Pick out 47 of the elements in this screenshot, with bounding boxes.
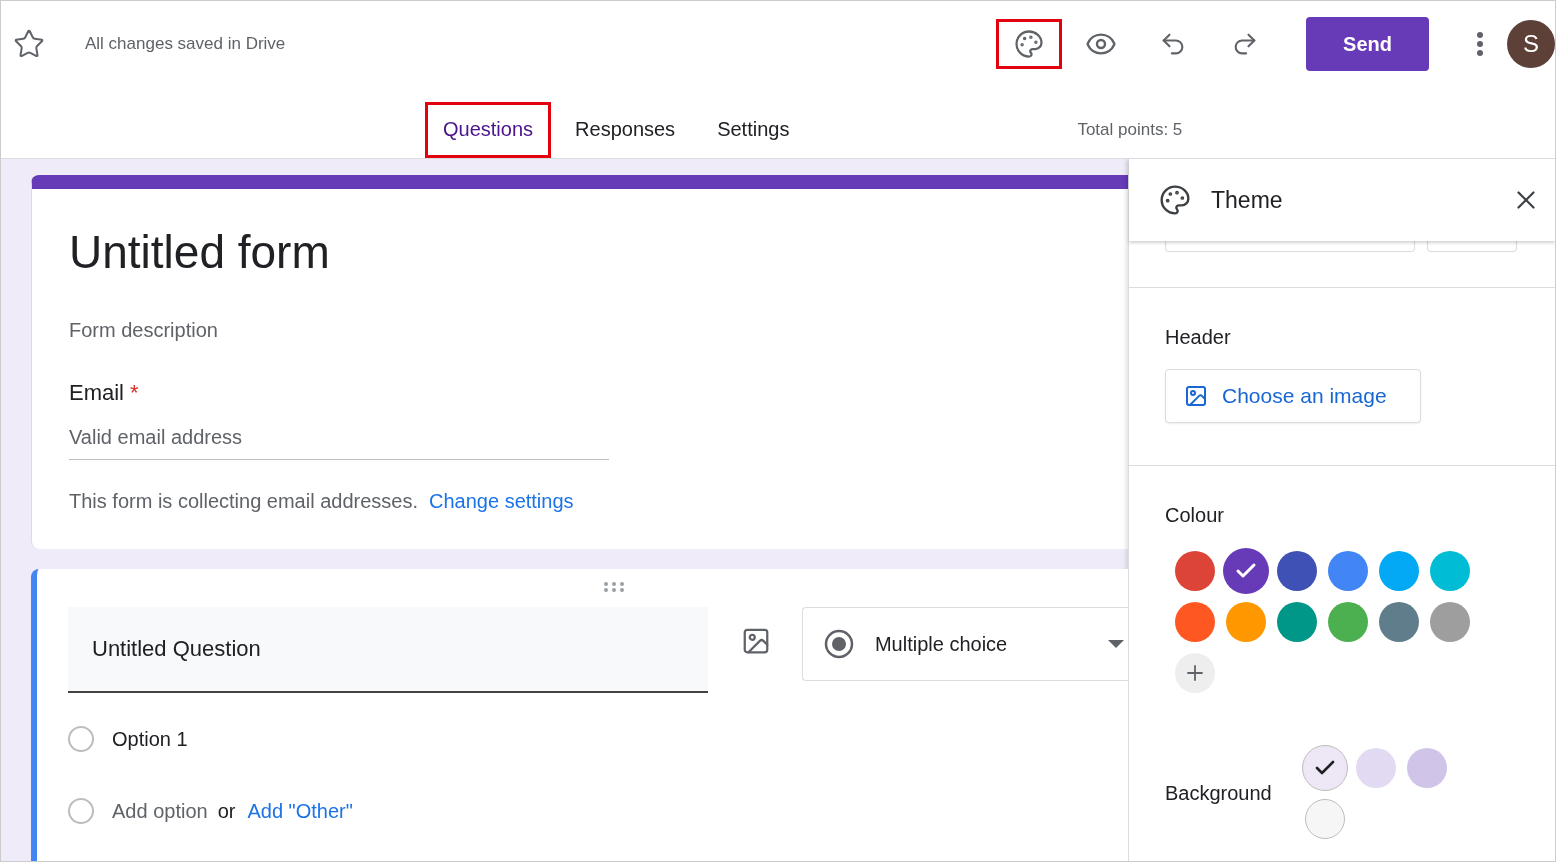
panel-title: Theme bbox=[1211, 186, 1284, 214]
send-button[interactable]: Send bbox=[1306, 17, 1429, 71]
email-label: Email * bbox=[69, 380, 140, 406]
add-option-field[interactable]: Add option bbox=[112, 799, 208, 823]
change-settings-link[interactable]: Change settings bbox=[429, 490, 574, 513]
more-icon bbox=[1477, 32, 1483, 56]
tab[interactable]: Settings bbox=[699, 101, 808, 158]
colour-swatch[interactable] bbox=[1174, 601, 1215, 642]
drag-handle-icon[interactable] bbox=[602, 581, 626, 593]
total-points: Total points: 5 bbox=[1077, 119, 1183, 140]
dropdown-caret-icon bbox=[1108, 640, 1124, 648]
background-label: Background bbox=[1165, 781, 1272, 805]
add-other-link[interactable]: Add "Other" bbox=[247, 799, 353, 823]
question-title-field[interactable]: Untitled Question bbox=[68, 607, 709, 693]
or-text: or bbox=[217, 799, 236, 823]
colour-swatch[interactable] bbox=[1429, 550, 1470, 591]
colour-label: Colour bbox=[1165, 504, 1225, 527]
colour-swatch[interactable] bbox=[1174, 550, 1215, 591]
tab[interactable]: Responses bbox=[557, 101, 694, 158]
colour-swatch[interactable] bbox=[1378, 601, 1419, 642]
avatar[interactable]: S bbox=[1507, 20, 1555, 68]
colour-swatch[interactable] bbox=[1378, 550, 1419, 591]
colour-swatch[interactable] bbox=[1225, 601, 1266, 642]
email-notice: This form is collecting email addresses. bbox=[69, 490, 418, 513]
required-mark: * bbox=[130, 380, 139, 405]
form-description[interactable]: Form description bbox=[69, 319, 1128, 342]
palette-icon bbox=[1159, 184, 1191, 216]
colour-swatch[interactable] bbox=[1429, 601, 1470, 642]
save-status: All changes saved in Drive bbox=[85, 34, 286, 54]
background-swatch[interactable] bbox=[1407, 747, 1448, 788]
star-icon[interactable] bbox=[13, 28, 45, 60]
colour-swatch[interactable] bbox=[1276, 550, 1317, 591]
option-label[interactable]: Option 1 bbox=[112, 727, 188, 751]
radio-button[interactable] bbox=[68, 726, 94, 752]
palette-icon bbox=[1014, 29, 1044, 59]
colour-swatch[interactable] bbox=[1276, 601, 1317, 642]
colour-swatch[interactable] bbox=[1327, 550, 1368, 591]
theme-button[interactable] bbox=[996, 19, 1062, 69]
question-type-dropdown[interactable]: Multiple choice bbox=[801, 607, 1128, 681]
choose-image-button[interactable]: Choose an image bbox=[1165, 369, 1421, 423]
background-swatch[interactable] bbox=[1356, 747, 1397, 788]
tab[interactable]: Questions bbox=[425, 101, 552, 158]
image-icon bbox=[1184, 384, 1208, 408]
form-title[interactable]: Untitled form bbox=[69, 225, 1128, 279]
header-label: Header bbox=[1165, 326, 1232, 349]
colour-swatch[interactable] bbox=[1327, 601, 1368, 642]
radio-icon bbox=[822, 628, 855, 660]
